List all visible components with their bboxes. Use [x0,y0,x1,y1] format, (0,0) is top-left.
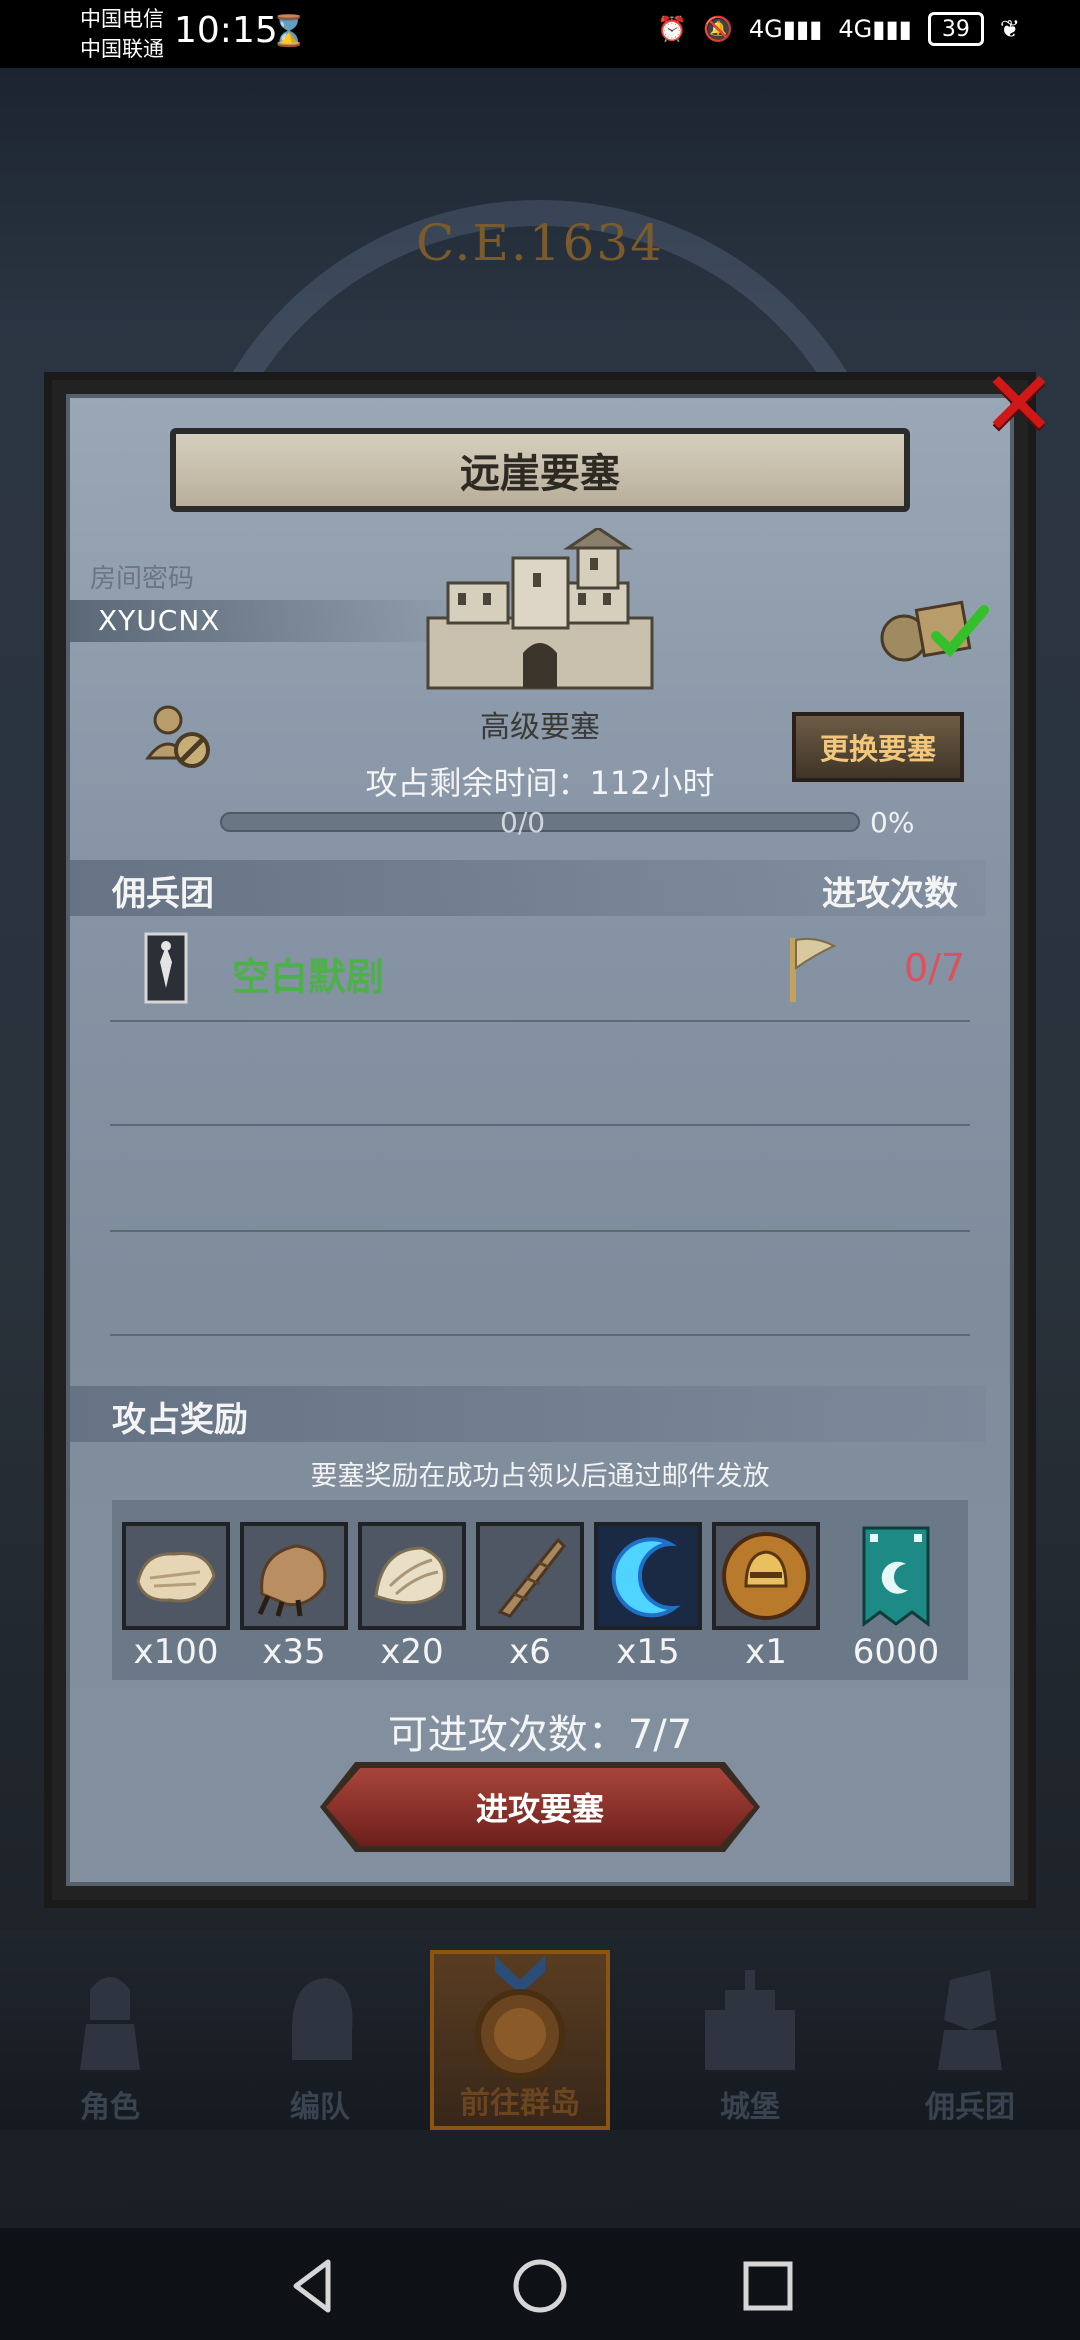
signal-icon-2: 4G▮▮▮ [838,15,912,43]
reward-slot [476,1522,584,1630]
nav-item-formation[interactable]: 编队 [230,1950,410,2130]
reward-item[interactable]: x35 [240,1522,348,1672]
nav-label: 编队 [290,2090,350,2125]
close-icon[interactable]: ✕ [976,360,1062,450]
reward-item[interactable]: x6 [476,1522,584,1672]
back-icon[interactable] [284,2256,344,2316]
helmet-medal-icon [722,1532,810,1620]
castle-icon [426,528,654,690]
battery-level: 39 [941,16,970,42]
mercenary-banner-icon [144,932,188,1004]
horn-icon [497,1537,566,1618]
reward-slot [240,1522,348,1630]
room-password-label: 房间密码 [90,564,195,594]
nav-label: 前往群岛 [460,2086,580,2121]
recents-icon[interactable] [738,2256,798,2316]
signal-icon-1: 4G▮▮▮ [748,15,823,43]
list-row-divider [110,1124,970,1126]
blue-crescent-icon [611,1537,681,1618]
fur-pelt-icon [136,1551,216,1603]
carrier-2: 中国联通 [80,37,164,61]
leaf-icon: ❦ [999,15,1020,43]
nav-item-islands[interactable]: 前往群岛 [430,1950,610,2130]
reward-qty: x6 [509,1632,551,1672]
reward-slot [358,1522,466,1630]
reward-item[interactable]: x100 [122,1522,230,1672]
reward-item[interactable]: x15 [594,1522,702,1672]
flag-icon [790,937,837,1002]
nav-item-castle[interactable]: 城堡 [660,1950,840,2130]
remaining-time: 攻占剩余时间：112小时 [365,764,715,802]
status-bar: 中国电信 中国联通 10:15 ⌛ ⏰ 🔕 4G▮▮▮ 4G▮▮▮ 39 ❦ [0,0,1080,68]
attack-fortress-button[interactable]: 进攻要塞 [326,1768,754,1846]
nav-item-mercenaries[interactable]: 佣兵团 [880,1950,1060,2130]
scale-hide-icon [374,1546,446,1605]
progress-text: 0/0 [500,806,546,839]
helmet-icon [292,1978,353,2060]
signal-2-label: 4G [838,15,873,43]
reward-item[interactable]: x1 [712,1522,820,1672]
reward-qty: x100 [133,1632,219,1672]
mercenary-header: 佣兵团 [112,874,214,914]
reward-qty: x1 [745,1632,787,1672]
home-icon[interactable] [510,2256,570,2316]
status-icons: ⏰ 🔕 4G▮▮▮ 4G▮▮▮ 39 ❦ [657,12,1020,46]
nav-label: 城堡 [720,2090,780,2125]
reward-slot [842,1522,950,1630]
compass-icon [475,1956,565,2079]
list-row-divider [110,1230,970,1232]
era-label: C.E.1634 [415,214,664,272]
attacks-remaining: 可进攻次数：7/7 [387,1712,693,1758]
nav-label: 角色 [80,2090,140,2125]
reward-slot [712,1522,820,1630]
reward-slot [594,1522,702,1630]
nav-label: 佣兵团 [925,2090,1015,2125]
castle-nav-icon [705,1970,795,2070]
reward-note: 要塞奖励在成功占领以后通过邮件发放 [310,1461,770,1492]
carrier-1: 中国电信 [80,7,164,31]
guild-banner-icon [862,1526,930,1627]
hourglass-icon: ⌛ [270,14,308,49]
carrier-labels: 中国电信 中国联通 [80,4,164,64]
reward-item[interactable]: x20 [358,1522,466,1672]
mercenary-attack-count: 0/7 [904,946,966,990]
alarm-icon: ⏰ [657,15,687,43]
reward-qty: 6000 [852,1632,940,1672]
status-time: 10:15 [174,10,278,51]
reward-qty: x20 [380,1632,444,1672]
bag-check-icon[interactable] [876,588,996,668]
battery-icon: 39 [927,12,984,46]
signal-1-label: 4G [748,15,783,43]
progress-percent: 0% [870,806,915,839]
beast-claw-icon [257,1544,327,1617]
attack-count-header: 进攻次数 [822,874,958,914]
list-row-divider [110,1020,970,1022]
bell-muted-icon: 🔕 [703,15,733,43]
room-code[interactable]: XYUCNX [98,604,220,637]
modal-title: 远崖要塞 [170,428,910,512]
knight-icon [80,1977,140,2070]
reward-qty: x15 [616,1632,680,1672]
reward-qty: x35 [262,1632,326,1672]
reward-item[interactable]: 6000 [842,1522,950,1672]
mercenary-nav-icon [938,1970,1002,2070]
rewards-header: 攻占奖励 [112,1400,248,1440]
mercenary-name[interactable]: 空白默剧 [232,946,384,1001]
nav-item-character[interactable]: 角色 [20,1950,200,2130]
list-row-divider [110,1334,970,1336]
reward-slot [122,1522,230,1630]
